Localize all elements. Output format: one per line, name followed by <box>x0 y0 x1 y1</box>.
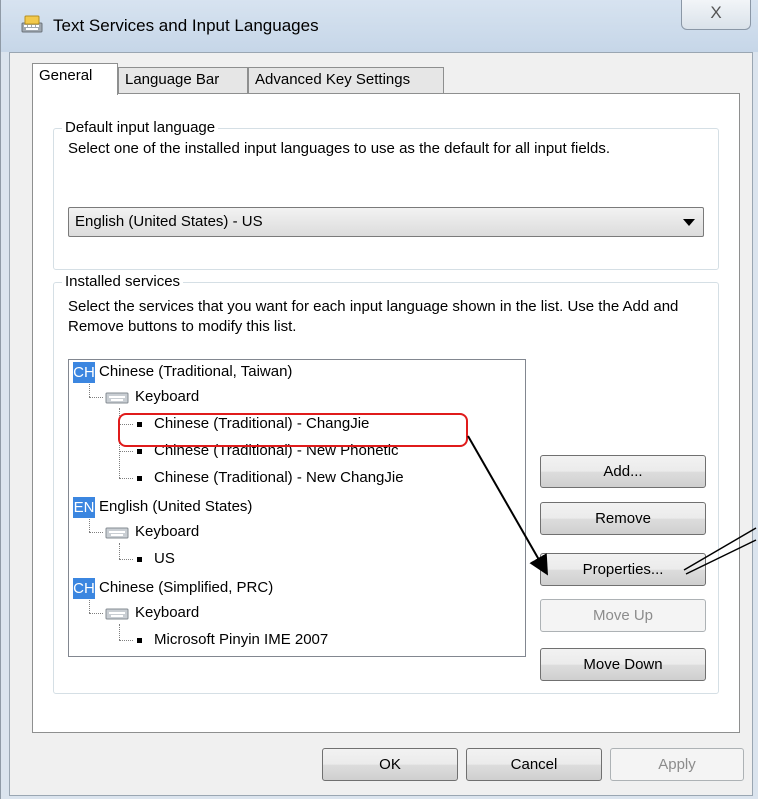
cancel-button[interactable]: Cancel <box>466 748 602 781</box>
tree-connector <box>89 600 90 613</box>
tree-language-row[interactable]: CH Chinese (Simplified, PRC) <box>73 576 273 600</box>
dropdown-arrow-icon <box>683 219 695 226</box>
language-name: English (United States) <box>99 498 253 515</box>
add-button[interactable]: Add... <box>540 455 706 488</box>
title-bar: Text Services and Input Languages X <box>1 0 758 52</box>
keyboard-label: Keyboard <box>135 604 200 621</box>
language-name: Chinese (Simplified, PRC) <box>99 579 274 596</box>
tree-connector <box>119 559 133 560</box>
tree-connector <box>89 397 103 398</box>
service-label: US <box>154 550 175 567</box>
bullet-icon <box>137 475 142 481</box>
remove-button[interactable]: Remove <box>540 502 706 535</box>
close-button[interactable]: X <box>681 0 751 30</box>
tree-language-row[interactable]: CH Chinese (Traditional, Taiwan) <box>73 360 292 384</box>
default-input-description: Select one of the installed input langua… <box>68 140 611 157</box>
language-badge: CH <box>73 577 95 599</box>
tab-general[interactable]: General <box>32 63 118 95</box>
tree-service-row[interactable]: Microsoft Pinyin IME 2007 <box>137 628 328 652</box>
tree-connector <box>89 384 90 397</box>
language-badge: EN <box>73 496 95 518</box>
tree-connector <box>89 613 103 614</box>
tree-keyboard-row[interactable]: Keyboard <box>105 385 199 409</box>
close-icon: X <box>710 3 722 22</box>
installed-services-label: Installed services <box>62 273 184 291</box>
keyboard-label: Keyboard <box>135 388 200 405</box>
bullet-icon <box>137 448 142 454</box>
keyboard-icon <box>105 608 129 620</box>
window-title: Text Services and Input Languages <box>53 16 319 35</box>
language-badge: CH <box>73 361 95 383</box>
tree-connector <box>119 478 133 479</box>
tree-language-row[interactable]: EN English (United States) <box>73 495 252 519</box>
tab-language-bar[interactable]: Language Bar <box>118 67 248 93</box>
service-label: Chinese (Traditional) - New ChangJie <box>154 469 404 486</box>
keyboard-icon <box>105 527 129 539</box>
tree-connector <box>119 451 133 452</box>
move-up-button[interactable]: Move Up <box>540 599 706 632</box>
keyboard-icon <box>105 392 129 404</box>
ok-button[interactable]: OK <box>322 748 458 781</box>
bullet-icon <box>137 556 142 562</box>
tree-keyboard-row[interactable]: Keyboard <box>105 601 199 625</box>
default-input-label: Default input language <box>62 119 219 137</box>
properties-button[interactable]: Properties... <box>540 553 706 586</box>
tab-advanced-key-settings[interactable]: Advanced Key Settings <box>248 67 444 93</box>
default-input-group: Default input language Select one of the… <box>53 119 719 270</box>
language-name: Chinese (Traditional, Taiwan) <box>99 363 293 380</box>
tree-connector <box>89 532 103 533</box>
bullet-icon <box>137 637 142 643</box>
tree-connector <box>119 640 133 641</box>
move-down-button[interactable]: Move Down <box>540 648 706 681</box>
tree-connector <box>89 519 90 532</box>
installed-services-description: Select the services that you want for ea… <box>68 298 679 335</box>
tree-connector <box>119 543 120 559</box>
keyboard-icon <box>21 15 43 33</box>
tree-service-row[interactable]: Chinese (Traditional) - New ChangJie <box>137 466 404 490</box>
tree-service-row[interactable]: US <box>137 547 175 571</box>
default-language-value: English (United States) - US <box>75 213 263 230</box>
annotation-highlight-box <box>118 413 468 447</box>
installed-services-group: Installed services Select the services t… <box>53 273 719 694</box>
apply-button[interactable]: Apply <box>610 748 744 781</box>
tree-keyboard-row[interactable]: Keyboard <box>105 520 199 544</box>
services-tree[interactable]: CH Chinese (Traditional, Taiwan) Keyboard… <box>68 359 526 657</box>
service-label: Microsoft Pinyin IME 2007 <box>154 631 329 648</box>
tree-connector <box>119 624 120 640</box>
keyboard-label: Keyboard <box>135 523 200 540</box>
default-language-select[interactable]: English (United States) - US <box>68 207 704 237</box>
